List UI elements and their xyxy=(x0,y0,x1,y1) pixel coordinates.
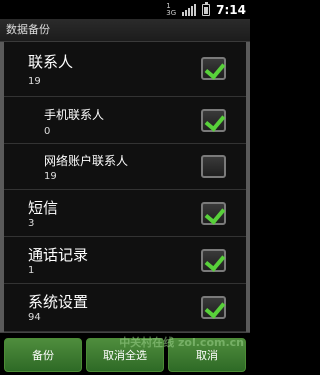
signal-strength-icon xyxy=(182,3,197,16)
cancel-button[interactable]: 取消 xyxy=(168,338,246,372)
status-clock: 7:14 xyxy=(216,2,246,17)
item-label: 通话记录 xyxy=(28,246,89,264)
system-settings-checkbox[interactable] xyxy=(201,296,226,319)
item-count: 19 xyxy=(28,76,41,87)
list-item-sms[interactable]: 短信 3 xyxy=(4,190,246,237)
item-label: 手机联系人 xyxy=(44,108,105,122)
network-type-indicator: 1 3G xyxy=(166,2,177,17)
status-bar: 1 3G 7:14 xyxy=(0,0,250,19)
list-item-phone-contacts[interactable]: 手机联系人 0 xyxy=(4,97,246,144)
backup-button[interactable]: 备份 xyxy=(4,338,82,372)
list-item-network-contacts[interactable]: 网络账户联系人 19 xyxy=(4,144,246,190)
network-indicator-bottom: 3G xyxy=(166,8,177,17)
call-log-checkbox[interactable] xyxy=(201,249,226,272)
page-title: 数据备份 xyxy=(0,19,250,42)
backup-item-list[interactable]: 联系人 19 手机联系人 0 网络账户联系人 19 短信 3 通话记录 1 系统… xyxy=(0,42,250,332)
list-item-contacts[interactable]: 联系人 19 xyxy=(4,42,246,97)
item-count: 94 xyxy=(28,312,41,323)
item-label: 系统设置 xyxy=(28,293,89,311)
contacts-checkbox[interactable] xyxy=(201,57,226,80)
list-item-system-settings[interactable]: 系统设置 94 xyxy=(4,284,246,332)
deselect-all-button[interactable]: 取消全选 xyxy=(86,338,164,372)
item-count: 19 xyxy=(44,171,57,182)
item-count: 3 xyxy=(28,218,35,229)
item-label: 短信 xyxy=(28,199,59,217)
phone-contacts-checkbox[interactable] xyxy=(201,109,226,132)
item-label: 网络账户联系人 xyxy=(44,154,129,168)
item-count: 1 xyxy=(28,265,35,276)
battery-icon xyxy=(202,1,211,16)
item-label: 联系人 xyxy=(28,53,74,71)
bottom-action-bar: 备份 取消全选 取消 xyxy=(0,332,250,375)
sms-checkbox[interactable] xyxy=(201,202,226,225)
list-item-call-log[interactable]: 通话记录 1 xyxy=(4,237,246,284)
item-count: 0 xyxy=(44,126,51,137)
network-contacts-checkbox[interactable] xyxy=(201,155,226,178)
